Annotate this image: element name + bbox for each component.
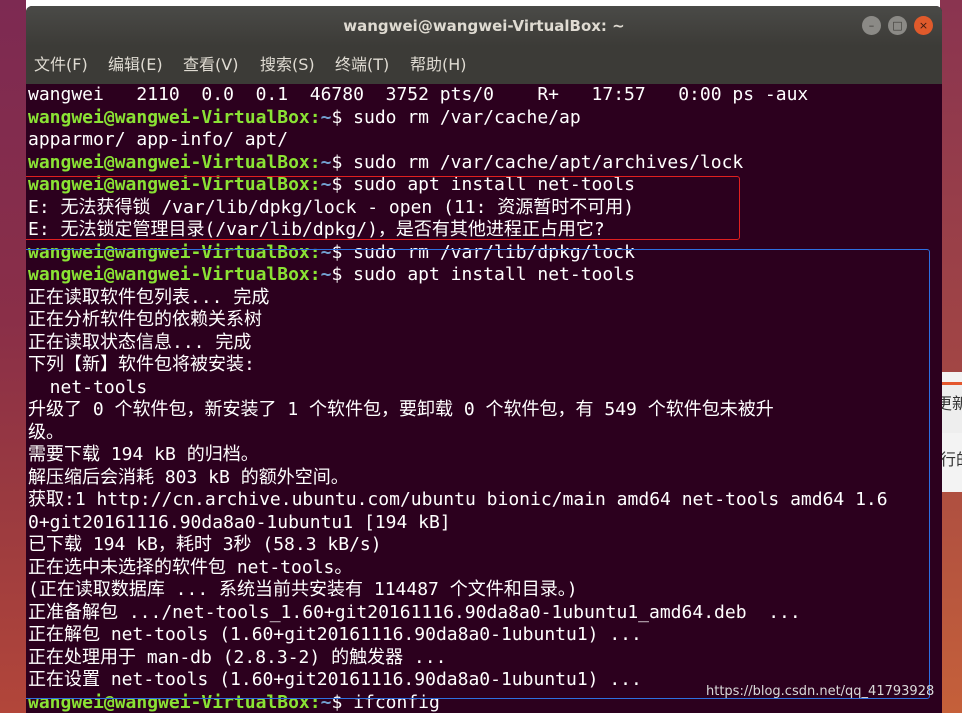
output-line: 已下载 194 kB，耗时 3秒 (58.3 kB/s): [28, 534, 382, 555]
menu-terminal[interactable]: 终端(T): [335, 46, 389, 84]
command-line: wangwei@wangwei-VirtualBox:~$ sudo rm /v…: [28, 107, 581, 129]
output-line: (正在读取数据库 ... 系统当前共安装有 114487 个文件和目录。): [28, 579, 578, 600]
output-line: 下列【新】软件包将被安装:: [28, 354, 255, 375]
output-line: 正准备解包 .../net-tools_1.60+git20161116.90d…: [28, 601, 801, 623]
prompt-dollar: $: [331, 174, 354, 195]
command-text: sudo rm /var/cache/apt/archives/lock: [353, 151, 744, 173]
menu-file[interactable]: 文件(F): [34, 46, 88, 84]
prompt-dollar: $: [331, 691, 354, 713]
desktop-background-left: [0, 0, 26, 713]
side-text-2: 行的: [940, 450, 962, 469]
maximize-button[interactable]: □: [888, 16, 907, 35]
output-line: 正在读取软件包列表... 完成: [28, 286, 270, 308]
output-line: wangwei 2110 0.0 0.1 46780 3752 pts/0 R+…: [28, 84, 809, 105]
output-line: 升级了 0 个软件包，新安装了 1 个软件包，要卸载 0 个软件包，有 549 …: [28, 399, 774, 420]
output-line: net-tools: [28, 376, 148, 398]
prompt-user-host: wangwei@wangwei-VirtualBox: [28, 264, 310, 285]
command-line: wangwei@wangwei-VirtualBox:~$ sudo rm /v…: [28, 152, 743, 174]
output-line: 正在处理用于 man-db (2.8.3-2) 的触发器 ...: [28, 646, 447, 668]
minimize-button[interactable]: –: [862, 16, 881, 35]
command-line: wangwei@wangwei-VirtualBox:~$ sudo apt i…: [28, 174, 635, 196]
prompt-user-host: wangwei@wangwei-VirtualBox: [28, 241, 310, 263]
prompt-path: ~: [320, 241, 332, 263]
terminal-output[interactable]: wangwei@wangwei-VirtualBox:~$ ifconfig 正在…: [26, 84, 942, 713]
prompt-user-host: wangwei@wangwei-VirtualBox: [28, 691, 310, 713]
prompt-path: ~: [320, 691, 332, 713]
prompt-path: ~: [320, 264, 332, 285]
output-line: 正在设置 net-tools (1.60+git20161116.90da8a0…: [28, 669, 642, 690]
prompt-colon: :: [309, 264, 321, 285]
output-line: 正在分析软件包的依赖关系树: [28, 309, 262, 330]
output-line: 正在选中未选择的软件包 net-tools。: [28, 556, 353, 578]
command-text: sudo rm /var/lib/dpkg/lock: [353, 241, 635, 263]
title-bar[interactable]: wangwei@wangwei-VirtualBox: ~ – □ ×: [26, 6, 942, 46]
prompt-user-host: wangwei@wangwei-VirtualBox: [28, 106, 310, 128]
prompt-path: ~: [320, 174, 332, 195]
prompt-dollar: $: [331, 106, 354, 128]
output-line: apparmor/ app-info/ apt/: [28, 129, 289, 150]
menu-bar: 文件(F) 编辑(E) 查看(V) 搜索(S) 终端(T) 帮助(H): [26, 46, 942, 84]
prompt-colon: :: [309, 241, 321, 263]
terminal-window: wangwei@wangwei-VirtualBox: ~ – □ × 文件(F…: [26, 6, 942, 713]
menu-search[interactable]: 搜索(S): [260, 46, 315, 84]
prompt-path: ~: [320, 151, 332, 173]
prompt-user-host: wangwei@wangwei-VirtualBox: [28, 174, 310, 195]
output-line: E: 无法获得锁 /var/lib/dpkg/lock - open (11: …: [28, 196, 635, 218]
prompt-colon: :: [309, 691, 321, 713]
close-button[interactable]: ×: [914, 16, 933, 35]
command-line: wangwei@wangwei-VirtualBox:~$ sudo rm /v…: [28, 242, 635, 264]
output-line: 正在解包 net-tools (1.60+git20161116.90da8a0…: [28, 624, 642, 645]
screenshot: 更新 行的 wangwei@wangwei-VirtualBox: ~ – □ …: [0, 0, 962, 713]
command-line: wangwei@wangwei-VirtualBox:~$ ifconfig: [28, 692, 440, 713]
menu-help[interactable]: 帮助(H): [410, 46, 467, 84]
command-text: ifconfig: [353, 691, 440, 713]
prompt-dollar: $: [331, 151, 354, 173]
prompt-dollar: $: [331, 264, 354, 285]
desktop-background-right: [940, 0, 962, 713]
menu-view[interactable]: 查看(V): [183, 46, 238, 84]
output-line: 解压缩后会消耗 803 kB 的额外空间。: [28, 466, 349, 488]
window-title: wangwei@wangwei-VirtualBox: ~: [343, 17, 625, 35]
prompt-colon: :: [309, 106, 321, 128]
menu-edit[interactable]: 编辑(E): [108, 46, 163, 84]
output-line: 获取:1 http://cn.archive.ubuntu.com/ubuntu…: [28, 489, 888, 510]
output-line: 正在读取状态信息... 完成: [28, 331, 252, 353]
output-line: 0+git20161116.90da8a0-1ubuntu1 [194 kB]: [28, 511, 451, 533]
prompt-colon: :: [309, 151, 321, 173]
prompt-path: ~: [320, 106, 332, 128]
output-line: E: 无法锁定管理目录(/var/lib/dpkg/)，是否有其他进程正占用它?: [28, 219, 605, 240]
command-text: sudo apt install net-tools: [353, 264, 635, 285]
watermark: https://blog.csdn.net/qq_41793928: [706, 684, 935, 699]
prompt-colon: :: [309, 174, 321, 195]
command-text: sudo apt install net-tools: [353, 174, 635, 195]
prompt-user-host: wangwei@wangwei-VirtualBox: [28, 151, 310, 173]
command-text: sudo rm /var/cache/ap: [353, 106, 581, 128]
prompt-dollar: $: [331, 241, 354, 263]
output-line: 需要下载 194 kB 的归档。: [28, 444, 259, 465]
output-line: 级。: [28, 421, 64, 443]
command-line: wangwei@wangwei-VirtualBox:~$ sudo apt i…: [28, 264, 635, 286]
